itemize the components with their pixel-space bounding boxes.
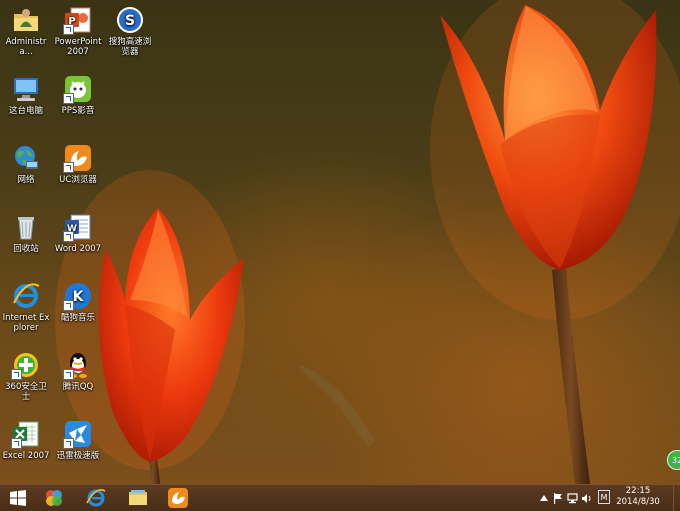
- powerpoint-icon: P: [63, 5, 93, 35]
- desktop-icon-recycle-bin[interactable]: 回收站: [1, 212, 51, 254]
- desktop-icon-administrator[interactable]: Administra...: [1, 5, 51, 57]
- taskbar: M 22:15 2014/8/30: [0, 484, 680, 511]
- sogou-browser-icon: S: [115, 5, 145, 35]
- shortcut-arrow-icon: [11, 438, 22, 449]
- show-hidden-icons-button[interactable]: [538, 491, 550, 505]
- uc-browser-icon: [168, 488, 188, 508]
- recycle-bin-icon: [11, 212, 41, 242]
- desktop-icon-label: 回收站: [13, 244, 39, 254]
- shortcut-arrow-icon: [63, 231, 74, 242]
- shortcut-arrow-icon: [63, 162, 74, 173]
- ie-icon: [11, 281, 41, 311]
- input-method-indicator[interactable]: M: [598, 490, 610, 504]
- start-button[interactable]: [0, 486, 36, 510]
- network-status-button[interactable]: [566, 491, 578, 505]
- desktop-icon-internet-explorer[interactable]: Internet Explorer: [1, 281, 51, 333]
- network-tray-icon: [566, 492, 578, 503]
- desktop-icon-label: Word 2007: [54, 244, 102, 254]
- uc-browser-icon: [63, 143, 93, 173]
- taskbar-clock[interactable]: 22:15 2014/8/30: [612, 486, 664, 508]
- desktop-icon-excel[interactable]: Excel 2007: [1, 419, 51, 461]
- desktop-icon-label: 网络: [17, 175, 35, 185]
- file-explorer-icon: [129, 490, 147, 505]
- taskbar-pinned-photo-app[interactable]: [36, 486, 72, 510]
- svg-text:S: S: [125, 13, 135, 29]
- xunlei-icon: [63, 419, 93, 449]
- photo-app-icon: [46, 490, 62, 506]
- desktop-icon-label: 这台电脑: [8, 106, 43, 116]
- desktop-icon-label: 搜狗高速浏览器: [108, 37, 152, 57]
- shortcut-arrow-icon: [63, 300, 74, 311]
- action-center-button[interactable]: [552, 491, 564, 505]
- clock-date: 2014/8/30: [616, 497, 660, 507]
- ime-label: M: [600, 492, 608, 502]
- ie-icon: [86, 489, 106, 507]
- taskbar-pinned-file-explorer[interactable]: [120, 486, 156, 510]
- taskbar-pinned-ie[interactable]: [78, 486, 114, 510]
- desktop-icon-network[interactable]: 网络: [1, 143, 51, 185]
- desktop-icon-kugou[interactable]: K 酷狗音乐: [53, 281, 103, 323]
- desktop-icon-label: UC浏览器: [59, 175, 97, 185]
- flag-icon: [554, 492, 562, 504]
- kugou-icon: K: [63, 281, 93, 311]
- volume-button[interactable]: [580, 491, 592, 505]
- desktop-icon-sogou-browser[interactable]: S 搜狗高速浏览器: [105, 5, 155, 57]
- user-folder-icon: [11, 5, 41, 35]
- desktop-icon-label: Excel 2007: [2, 451, 50, 461]
- system-tray: M 22:15 2014/8/30: [530, 485, 680, 511]
- excel-icon: [11, 419, 41, 449]
- desktop-icon-powerpoint[interactable]: P PowerPoint 2007: [53, 5, 103, 57]
- 360-icon: [11, 350, 41, 380]
- desktop-icon-label: Administra...: [5, 37, 47, 57]
- desktop-icon-qq[interactable]: 腾讯QQ: [53, 350, 103, 392]
- desktop-icon-label: 腾讯QQ: [62, 382, 94, 392]
- pps-icon: [63, 74, 93, 104]
- shortcut-arrow-icon: [63, 93, 74, 104]
- desktop-icon-uc-browser[interactable]: UC浏览器: [53, 143, 103, 185]
- shortcut-arrow-icon: [11, 369, 22, 380]
- shortcut-arrow-icon: [63, 24, 74, 35]
- computer-icon: [11, 74, 41, 104]
- taskbar-pinned-uc-browser[interactable]: [160, 486, 196, 510]
- badge-text: 32: [672, 456, 680, 465]
- desktop-icon-label: PowerPoint 2007: [54, 37, 102, 57]
- desktop-icon-label: 迅雷极速版: [56, 451, 100, 461]
- desktop-icon-label: Internet Explorer: [2, 313, 50, 333]
- chevron-up-icon: [540, 495, 548, 501]
- desktop-icon-label: PPS影音: [61, 106, 95, 116]
- shortcut-arrow-icon: [63, 369, 74, 380]
- floating-widget-badge[interactable]: 32: [667, 450, 680, 470]
- speaker-icon: [581, 493, 590, 503]
- svg-text:K: K: [73, 289, 85, 305]
- desktop-icon-xunlei[interactable]: 迅雷极速版: [53, 419, 103, 461]
- shortcut-arrow-icon: [63, 438, 74, 449]
- desktop-icon-this-pc[interactable]: 这台电脑: [1, 74, 51, 116]
- desktop-icon-360[interactable]: 360安全卫士: [1, 350, 51, 402]
- desktop-icon-label: 360安全卫士: [5, 382, 47, 402]
- desktop-icon-label: 酷狗音乐: [60, 313, 95, 323]
- show-desktop-button[interactable]: [673, 485, 680, 511]
- desktop-icon-pps[interactable]: PPS影音: [53, 74, 103, 116]
- network-icon: [11, 143, 41, 173]
- windows-logo-icon: [10, 490, 26, 506]
- desktop-icon-word[interactable]: W Word 2007: [53, 212, 103, 254]
- qq-icon: [63, 350, 93, 380]
- word-icon: W: [63, 212, 93, 242]
- clock-time: 22:15: [625, 486, 651, 496]
